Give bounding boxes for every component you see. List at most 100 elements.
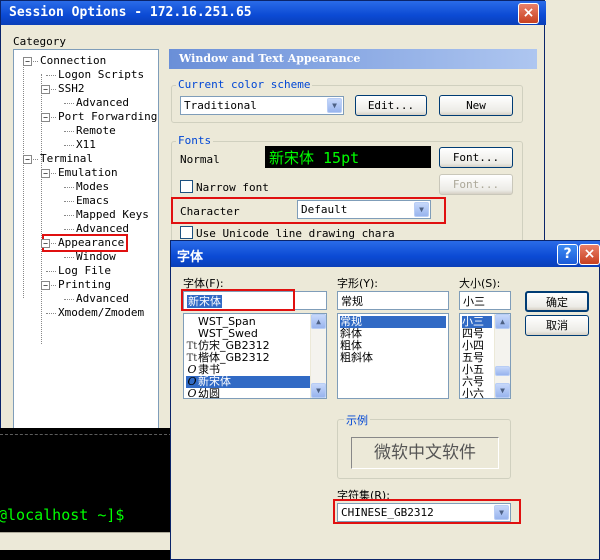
normal-font-button[interactable]: Font... xyxy=(439,147,513,168)
scroll-down-icon[interactable]: ▼ xyxy=(311,383,326,398)
truetype-font-icon: Tt xyxy=(186,341,198,352)
list-item[interactable]: O新宋体 xyxy=(186,376,310,388)
close-button[interactable]: × xyxy=(518,3,539,24)
tree-connector xyxy=(64,299,74,300)
list-item-label: WST_Swed xyxy=(198,327,258,340)
collapse-icon[interactable]: − xyxy=(41,85,50,94)
list-item[interactable]: Tt楷体_GB2312 xyxy=(186,352,310,365)
list-item-label: 小三 xyxy=(462,315,484,328)
list-item[interactable]: 小三 xyxy=(462,316,492,328)
tree-item[interactable]: Emacs xyxy=(76,194,109,207)
list-item[interactable]: 小五 xyxy=(462,364,492,376)
sample-preview: 微软中文软件 xyxy=(351,437,499,469)
font-dialog-close-button[interactable]: × xyxy=(579,244,600,265)
tree-item[interactable]: Advanced xyxy=(76,292,129,305)
collapse-icon[interactable]: − xyxy=(41,113,50,122)
font-size-input[interactable]: 小三 xyxy=(459,291,511,310)
list-item-label: 小六 xyxy=(462,387,484,399)
list-item[interactable]: WST_Span xyxy=(186,316,310,328)
color-scheme-select[interactable]: Traditional ▼ xyxy=(180,96,344,115)
tree-item[interactable]: Modes xyxy=(76,180,109,193)
tree-connector xyxy=(46,313,56,314)
narrow-font-button[interactable]: Font... xyxy=(439,174,513,195)
tree-item[interactable]: Emulation xyxy=(58,166,118,179)
font-size-list[interactable]: 小六 六号 小五 五号 小四 四号 小三 ▲ ▼ xyxy=(459,313,511,399)
list-item-label: 四号 xyxy=(462,327,484,340)
charset-highlight-box xyxy=(333,499,521,524)
collapse-icon[interactable]: − xyxy=(41,239,50,248)
color-scheme-value: Traditional xyxy=(184,99,257,112)
tree-connector xyxy=(64,215,74,216)
list-item[interactable]: WST_Swed xyxy=(186,328,310,340)
tree-connector xyxy=(64,257,74,258)
list-item-label: 小四 xyxy=(462,339,484,352)
font-list-scrollbar[interactable]: ▲ ▼ xyxy=(310,314,326,398)
list-item[interactable]: 粗体 xyxy=(340,340,446,352)
font-size-label: 大小(S): xyxy=(459,277,501,290)
list-item-label: 小五 xyxy=(462,363,484,376)
narrow-font-checkbox[interactable] xyxy=(180,180,193,193)
cancel-button[interactable]: 取消 xyxy=(525,315,589,336)
tree-item[interactable]: Printing xyxy=(58,278,111,291)
size-list-scrollbar[interactable]: ▲ ▼ xyxy=(494,314,510,398)
list-item-label: 斜体 xyxy=(340,327,362,340)
tree-item[interactable]: Remote xyxy=(76,124,116,137)
list-item[interactable]: 常规 xyxy=(340,316,446,328)
list-item-label: 粗体 xyxy=(340,339,362,352)
ok-button[interactable]: 确定 xyxy=(525,291,589,312)
terminal-status-bar xyxy=(0,532,172,550)
category-tree[interactable]: Connection − Logon Scripts SSH2− Advanced Por… xyxy=(13,49,159,441)
list-item[interactable]: 四号 xyxy=(462,328,492,340)
tree-item[interactable]: Connection xyxy=(40,54,106,67)
opentype-font-icon: O xyxy=(187,375,197,388)
collapse-icon[interactable]: − xyxy=(41,281,50,290)
edit-button[interactable]: Edit... xyxy=(355,95,427,116)
list-item-label: 六号 xyxy=(462,375,484,388)
list-item-label: 五号 xyxy=(462,351,484,364)
tree-connector xyxy=(64,201,74,202)
tree-item[interactable]: Advanced xyxy=(76,96,129,109)
font-dialog-title: 字体 xyxy=(177,250,204,265)
tree-item[interactable]: SSH2 xyxy=(58,82,85,95)
font-style-input[interactable]: 常规 xyxy=(337,291,449,310)
collapse-icon[interactable]: − xyxy=(41,169,50,178)
tree-item[interactable]: Window xyxy=(76,250,116,263)
tree-item[interactable]: Terminal xyxy=(40,152,93,165)
list-item-label: 幼圆 xyxy=(198,387,220,399)
scroll-down-icon[interactable]: ▼ xyxy=(495,383,510,398)
character-highlight-box xyxy=(171,197,446,224)
list-item[interactable]: 粗斜体 xyxy=(340,352,446,364)
font-dialog: 字体 ? × 字体(F): 新宋体 O幼圆 O新宋体 O隶书 Tt楷体_GB2312 T… xyxy=(170,240,600,560)
fonts-group-title: Fonts xyxy=(176,134,214,147)
scroll-up-icon[interactable]: ▲ xyxy=(495,314,510,329)
collapse-icon[interactable]: − xyxy=(23,155,32,164)
list-item[interactable]: Tt仿宋_GB2312 xyxy=(186,340,310,353)
tree-item[interactable]: X11 xyxy=(76,138,96,151)
list-item[interactable]: 小四 xyxy=(462,340,492,352)
tree-item[interactable]: Xmodem/Zmodem xyxy=(58,306,144,319)
scroll-thumb[interactable] xyxy=(495,366,510,376)
list-item[interactable]: O隶书 xyxy=(186,364,310,376)
list-item[interactable]: 六号 xyxy=(462,376,492,388)
tree-item[interactable]: Mapped Keys xyxy=(76,208,149,221)
tree-guide-line xyxy=(23,60,24,298)
help-button[interactable]: ? xyxy=(557,244,578,265)
list-item[interactable]: 斜体 xyxy=(340,328,446,340)
tree-connector xyxy=(46,75,56,76)
collapse-icon[interactable]: − xyxy=(23,57,32,66)
terminal-area[interactable]: @localhost ~]$ xyxy=(0,428,172,560)
tree-item[interactable]: Log File xyxy=(58,264,111,277)
tree-item[interactable]: Logon Scripts xyxy=(58,68,144,81)
list-item[interactable]: 小六 xyxy=(462,388,492,399)
scroll-up-icon[interactable]: ▲ xyxy=(311,314,326,329)
tree-connector xyxy=(64,103,74,104)
tree-item[interactable]: Port Forwarding xyxy=(58,110,157,123)
tree-connector xyxy=(46,271,56,272)
new-button[interactable]: New xyxy=(439,95,513,116)
list-item[interactable]: O幼圆 xyxy=(186,388,310,399)
font-family-list[interactable]: O幼圆 O新宋体 O隶书 Tt楷体_GB2312 Tt仿宋_GB2312 WST_Swed… xyxy=(183,313,327,399)
list-item-label: 仿宋_GB2312 xyxy=(198,339,270,352)
unicode-checkbox[interactable] xyxy=(180,226,193,239)
font-style-list[interactable]: 粗斜体 粗体 斜体 常规 xyxy=(337,313,449,399)
list-item[interactable]: 五号 xyxy=(462,352,492,364)
